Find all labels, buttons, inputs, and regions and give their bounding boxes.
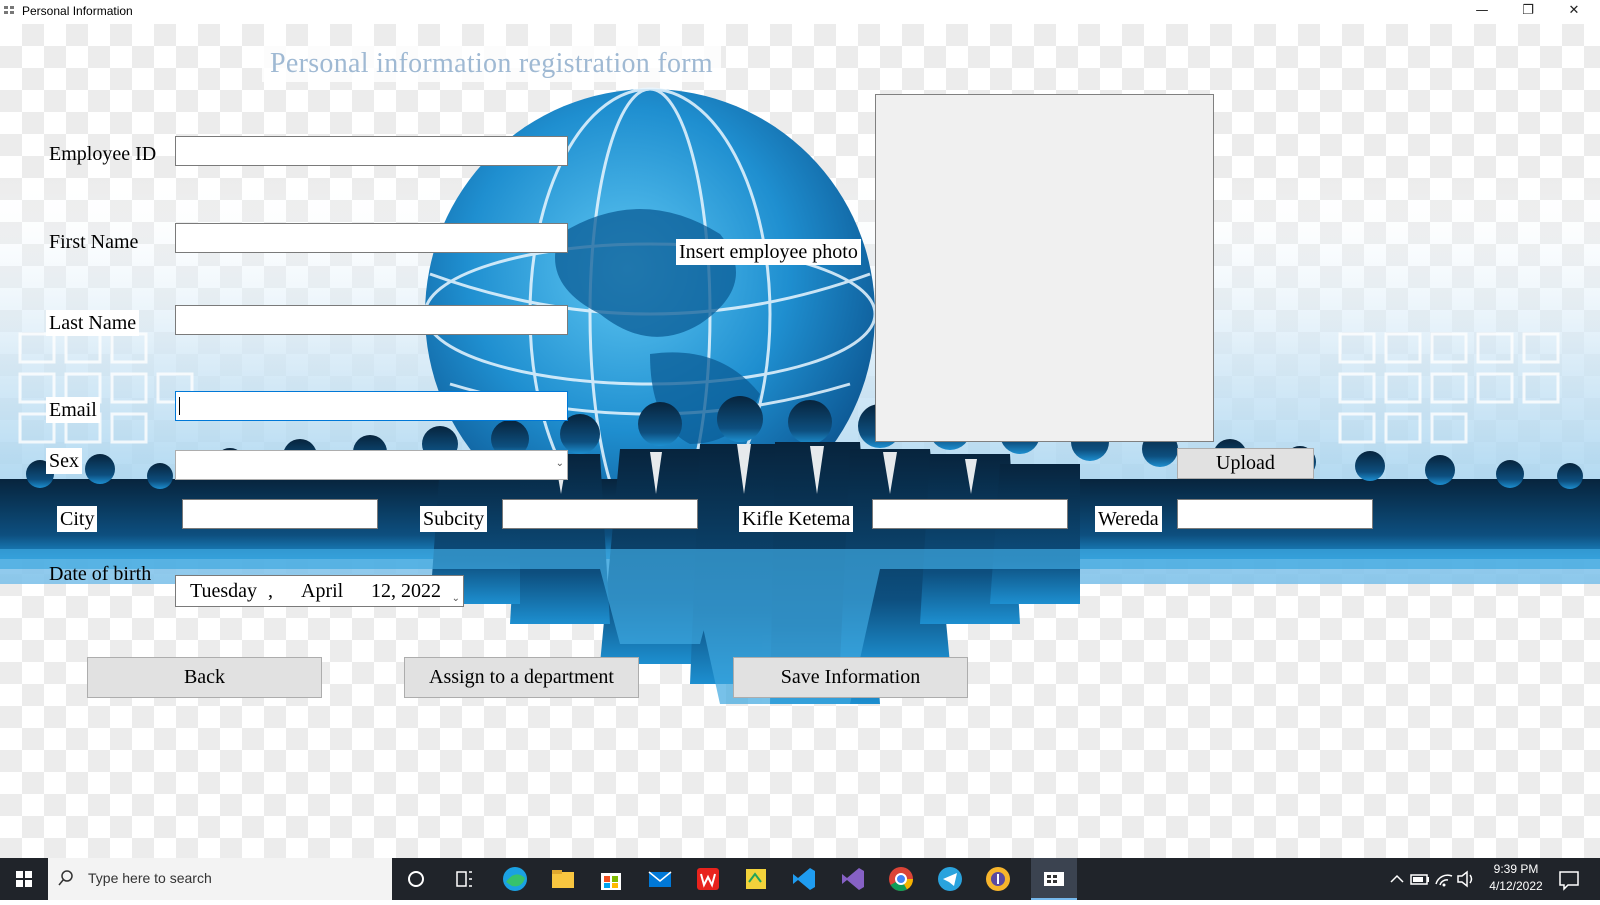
taskbar-clock[interactable]: 9:39 PM 4/12/2022 [1476, 861, 1556, 895]
subcity-input[interactable] [502, 499, 698, 529]
window-title: Personal Information [22, 4, 133, 18]
email-label: Email [46, 397, 100, 423]
search-placeholder: Type here to search [88, 870, 212, 886]
assign-department-button[interactable]: Assign to a department [404, 657, 639, 698]
notifications-icon[interactable] [1554, 864, 1584, 894]
mail-icon[interactable] [645, 864, 675, 894]
form-client-area: Personal information registration form E… [0, 24, 1600, 858]
app-icon [4, 6, 16, 16]
calendar-dropdown-icon[interactable]: ⌄ [452, 584, 460, 614]
form-title: Personal information registration form [262, 46, 721, 82]
wps-office-icon[interactable] [693, 864, 723, 894]
close-button[interactable]: ✕ [1552, 0, 1596, 24]
subcity-label: Subcity [420, 506, 488, 532]
dob-month: April [301, 580, 344, 602]
windows-start-icon[interactable] [0, 858, 48, 900]
clock-date: 4/12/2022 [1489, 879, 1543, 893]
text-caret [179, 397, 180, 415]
minimize-button[interactable]: — [1460, 0, 1504, 24]
taskbar: Type here to search 9:39 PM 4/12/2022 [0, 858, 1600, 900]
telegram-icon[interactable] [935, 864, 965, 894]
kifle-ketema-input[interactable] [872, 499, 1068, 529]
sex-label: Sex [46, 448, 82, 474]
search-icon [58, 870, 73, 886]
email-input[interactable] [175, 391, 568, 421]
first-name-input[interactable] [175, 223, 568, 253]
wereda-input[interactable] [1177, 499, 1373, 529]
cortana-icon[interactable] [401, 864, 431, 894]
brave-icon[interactable] [983, 864, 1013, 894]
edge-icon[interactable] [500, 864, 530, 894]
chevron-down-icon: ⌄ [555, 458, 564, 469]
date-of-birth-label: Date of birth [49, 563, 152, 585]
back-button[interactable]: Back [87, 657, 322, 698]
dob-day-year: 12, 2022 [371, 580, 441, 602]
employee-photo-box [875, 94, 1214, 442]
running-app-icon [1044, 872, 1064, 886]
restore-button[interactable]: ❐ [1506, 0, 1550, 24]
chrome-icon[interactable] [886, 864, 916, 894]
employee-id-input[interactable] [175, 136, 568, 166]
vscode-icon[interactable] [789, 864, 819, 894]
employee-id-label: Employee ID [49, 143, 157, 165]
active-app-highlight[interactable] [1031, 858, 1077, 900]
file-explorer-icon[interactable] [548, 864, 578, 894]
sex-dropdown[interactable]: ⌄ [175, 450, 568, 480]
upload-button[interactable]: Upload [1177, 448, 1314, 479]
city-label: City [57, 506, 98, 532]
save-information-button[interactable]: Save Information [733, 657, 968, 698]
sticky-app-icon[interactable] [741, 864, 771, 894]
last-name-label: Last Name [46, 310, 140, 336]
clock-time: 9:39 PM [1493, 862, 1539, 876]
city-input[interactable] [182, 499, 378, 529]
last-name-input[interactable] [175, 305, 568, 335]
taskbar-search-box[interactable]: Type here to search [48, 858, 392, 900]
insert-photo-label: Insert employee photo [676, 239, 861, 265]
dob-separator: , [268, 580, 273, 602]
microsoft-store-icon[interactable] [596, 864, 626, 894]
window-title-bar: Personal Information — ❐ ✕ [0, 0, 1600, 24]
dob-day-name: Tuesday [190, 580, 258, 602]
kifle-ketema-label: Kifle Ketema [739, 506, 854, 532]
wereda-label: Wereda [1095, 506, 1162, 532]
first-name-label: First Name [49, 231, 139, 253]
date-of-birth-picker[interactable]: Tuesday , April 12, 2022 ⌄ [175, 575, 464, 607]
visual-studio-icon[interactable] [838, 864, 868, 894]
task-view-icon[interactable] [449, 864, 479, 894]
